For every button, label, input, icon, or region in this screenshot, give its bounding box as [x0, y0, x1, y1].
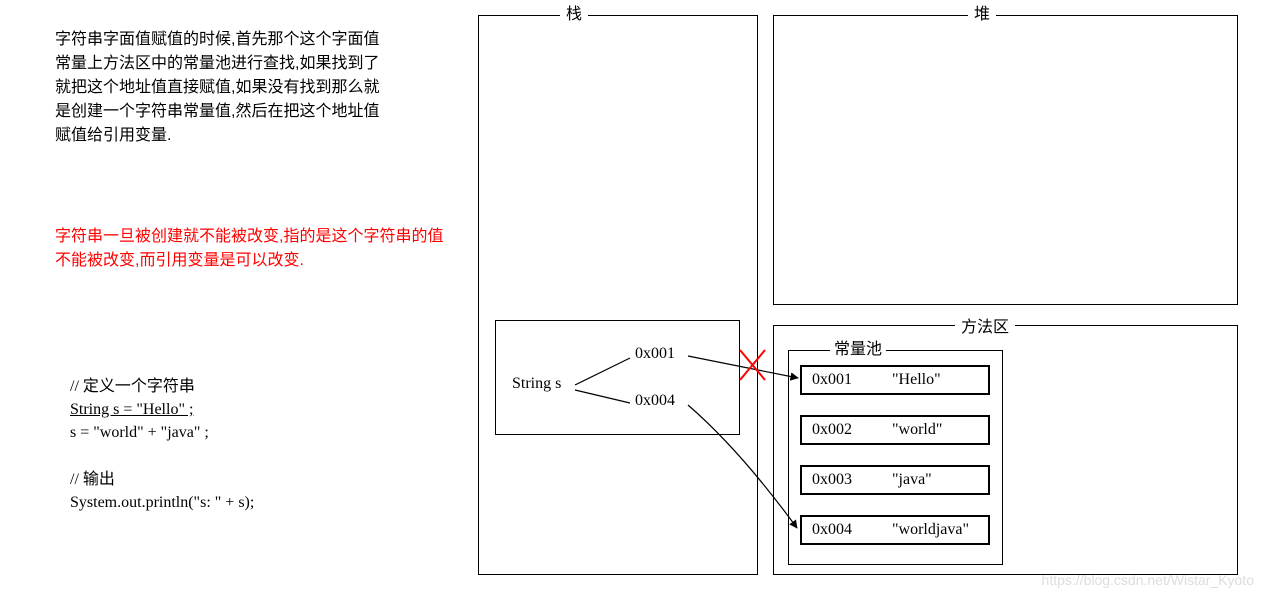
pool-item-0: 0x001 "Hello" [800, 365, 990, 395]
code-line-1: String s = "Hello" ; [70, 398, 193, 422]
method-area-label: 方法区 [955, 313, 1015, 337]
pool-val-2: "java" [892, 471, 932, 489]
code-line-2: s = "world" + "java" ; [70, 421, 209, 445]
pool-addr-0: 0x001 [812, 371, 892, 389]
pool-item-3: 0x004 "worldjava" [800, 515, 990, 545]
pool-val-1: "world" [892, 421, 942, 439]
stack-var-label: String s [512, 375, 561, 393]
explanation-paragraph-2: 字符串一旦被创建就不能被改变,指的是这个字符串的值不能被改变,而引用变量是可以改… [55, 225, 455, 273]
pool-item-1: 0x002 "world" [800, 415, 990, 445]
heap-box [773, 15, 1238, 305]
pool-addr-1: 0x002 [812, 421, 892, 439]
pool-addr-3: 0x004 [812, 521, 892, 539]
stack-box [478, 15, 758, 575]
stack-addr-1: 0x001 [635, 345, 675, 363]
pool-val-3: "worldjava" [892, 521, 969, 539]
stack-label: 栈 [560, 0, 588, 24]
heap-label: 堆 [968, 0, 996, 24]
explanation-paragraph-1: 字符串字面值赋值的时候,首先那个这个字面值常量上方法区中的常量池进行查找,如果找… [55, 28, 395, 148]
code-comment-1: // 定义一个字符串 [70, 375, 195, 399]
const-pool-label: 常量池 [830, 335, 886, 359]
pool-item-2: 0x003 "java" [800, 465, 990, 495]
code-line-3: System.out.println("s: " + s); [70, 491, 254, 515]
code-comment-2: // 输出 [70, 468, 115, 492]
pool-val-0: "Hello" [892, 371, 941, 389]
pool-addr-2: 0x003 [812, 471, 892, 489]
stack-addr-2: 0x004 [635, 392, 675, 410]
watermark: https://blog.csdn.net/Wistar_Kyoto [1042, 572, 1254, 588]
